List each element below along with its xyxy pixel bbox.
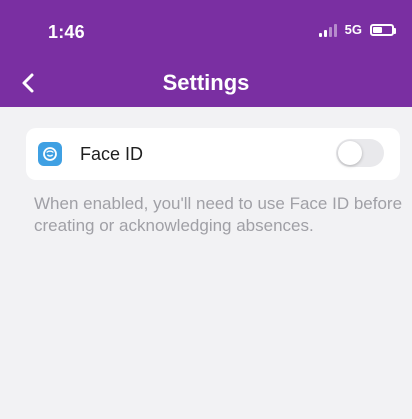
battery-fill bbox=[373, 27, 382, 33]
face-id-help-text: When enabled, you'll need to use Face ID… bbox=[34, 194, 403, 235]
toggle-knob bbox=[338, 141, 362, 165]
battery-icon bbox=[370, 24, 396, 36]
nav-bar: Settings bbox=[0, 60, 412, 107]
status-time: 1:46 bbox=[48, 22, 85, 42]
header: 1:46 5G Settings bbox=[0, 0, 412, 107]
status-indicators: 5G bbox=[318, 22, 396, 37]
page-title: Settings bbox=[162, 70, 250, 95]
face-id-icon bbox=[38, 142, 62, 166]
face-id-label: Face ID bbox=[80, 144, 144, 164]
status-bar: 1:46 5G bbox=[0, 0, 412, 60]
face-id-toggle[interactable] bbox=[336, 139, 384, 167]
network-label: 5G bbox=[344, 22, 362, 37]
signal-icon bbox=[318, 23, 337, 37]
face-id-setting-row[interactable]: Face ID bbox=[26, 128, 400, 180]
